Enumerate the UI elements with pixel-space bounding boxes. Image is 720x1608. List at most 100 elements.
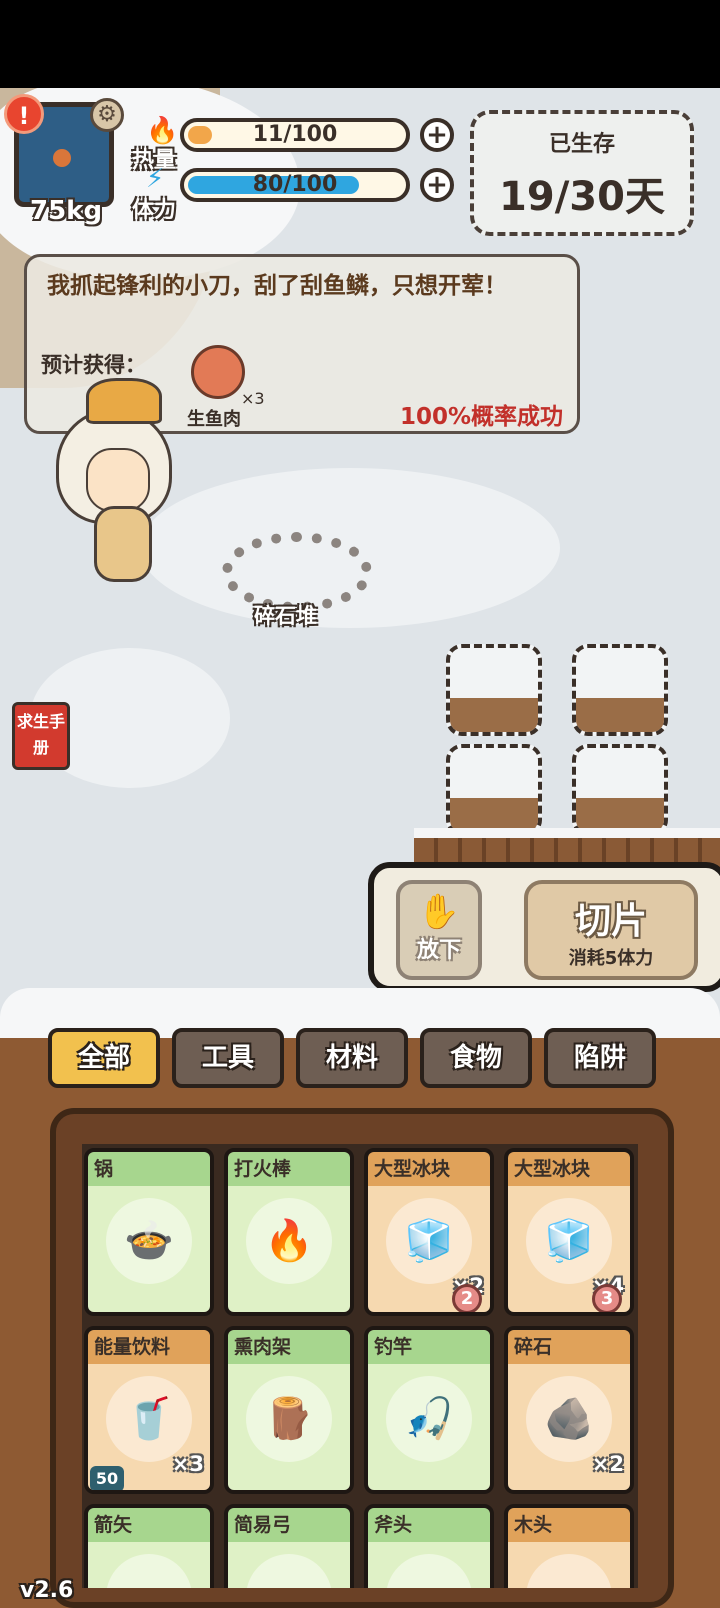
put-down-label: 放下 bbox=[416, 938, 461, 963]
inventory-item-name: 锅 bbox=[88, 1152, 210, 1186]
inventory-item-body: 🥤 ×3 50 bbox=[88, 1364, 210, 1490]
stamina-bar: 80/100 bbox=[180, 168, 410, 202]
alarm-clock-badge: 2 bbox=[452, 1284, 482, 1312]
character-face bbox=[86, 448, 150, 512]
rock-icon: 🪨 bbox=[544, 1396, 594, 1442]
inventory-grid: 锅🍲打火棒🔥大型冰块🧊×22大型冰块🧊×43能量饮料🥤×350熏肉架🪵钓竿🎣碎石… bbox=[82, 1144, 638, 1588]
inventory-item-body bbox=[88, 1542, 210, 1588]
stamina-label: 体力 bbox=[132, 198, 177, 223]
ice-block[interactable] bbox=[446, 744, 542, 836]
tab-food[interactable]: 食物 bbox=[420, 1028, 532, 1088]
energy-drink-icon: 🥤 bbox=[124, 1396, 174, 1442]
inventory-item[interactable]: 大型冰块🧊×22 bbox=[364, 1148, 494, 1316]
inventory-item-body: 🧊×22 bbox=[368, 1186, 490, 1312]
inventory-item-name: 钓竿 bbox=[368, 1330, 490, 1364]
tab-traps[interactable]: 陷阱 bbox=[544, 1028, 656, 1088]
slice-cost: 消耗5体力 bbox=[568, 948, 654, 969]
inventory-item-name: 简易弓 bbox=[228, 1508, 350, 1542]
inventory-item-body bbox=[368, 1542, 490, 1588]
inventory-item[interactable]: 简易弓 bbox=[224, 1504, 354, 1588]
slice-label: 切片 bbox=[574, 901, 647, 942]
inventory-item-name: 斧头 bbox=[368, 1508, 490, 1542]
inventory-board: 锅🍲打火棒🔥大型冰块🧊×22大型冰块🧊×43能量饮料🥤×350熏肉架🪵钓竿🎣碎石… bbox=[50, 1108, 674, 1608]
inventory-item-body: 🍲 bbox=[88, 1186, 210, 1312]
inventory-item-body bbox=[508, 1542, 630, 1588]
item-value-chip: 50 bbox=[90, 1466, 124, 1490]
inventory-item-name: 碎石 bbox=[508, 1330, 630, 1364]
gear-icon[interactable]: ⚙ bbox=[90, 98, 124, 132]
add-heat-button[interactable]: + bbox=[420, 118, 454, 152]
inventory-item-name: 熏肉架 bbox=[228, 1330, 350, 1364]
fire-stick-icon: 🔥 bbox=[264, 1218, 314, 1264]
inventory-item-body bbox=[228, 1542, 350, 1588]
stone-pile-label: 碎石堆 bbox=[254, 604, 317, 628]
axe-icon bbox=[398, 1572, 460, 1588]
heat-value: 11/100 bbox=[252, 122, 338, 147]
alarm-clock-badge: 3 bbox=[592, 1284, 622, 1312]
survival-days-panel: 已生存 19/30天 bbox=[470, 110, 694, 236]
success-rate: 100%概率成功 bbox=[399, 404, 563, 430]
inventory-item-name: 能量饮料 bbox=[88, 1330, 210, 1364]
inventory-item-body: 🎣 bbox=[368, 1364, 490, 1490]
survival-handbook-button[interactable]: 求生手册 bbox=[12, 702, 70, 770]
item-count: ×3 bbox=[171, 1452, 204, 1476]
item-count: ×2 bbox=[591, 1452, 624, 1476]
expected-label: 预计获得： bbox=[41, 353, 146, 377]
inventory-item-name: 箭矢 bbox=[88, 1508, 210, 1542]
inventory-item-body: 🔥 bbox=[228, 1186, 350, 1312]
stamina-value: 80/100 bbox=[252, 172, 338, 197]
inventory-item[interactable]: 斧头 bbox=[364, 1504, 494, 1588]
reward-name: 生鱼肉 bbox=[187, 409, 241, 430]
reward-quantity: ×3 bbox=[241, 389, 265, 408]
lightning-icon: ⚡ bbox=[146, 164, 165, 194]
put-down-button[interactable]: ✋ 放下 bbox=[396, 880, 482, 980]
inventory-item[interactable]: 钓竿 🎣 bbox=[364, 1326, 494, 1494]
survival-value: 19/30天 bbox=[499, 174, 665, 220]
smoking-rack-icon: 🪵 bbox=[264, 1396, 314, 1442]
add-stamina-button[interactable]: + bbox=[420, 168, 454, 202]
dialog-message: 我抓起锋利的小刀，刮了刮鱼鳞，只想开荤！ bbox=[47, 273, 507, 299]
inventory-item[interactable]: 熏肉架 🪵 bbox=[224, 1326, 354, 1494]
status-bar-area bbox=[0, 0, 720, 88]
game-scene: ! ⚙ 75kg 🔥 热量 11/100 + ⚡ 体力 80/100 + 已生存… bbox=[0, 88, 720, 1608]
tab-materials[interactable]: 材料 bbox=[296, 1028, 408, 1088]
ice-block[interactable] bbox=[446, 644, 542, 736]
inventory-item-name: 木头 bbox=[508, 1508, 630, 1542]
ice-block-icon: 🧊 bbox=[404, 1218, 454, 1264]
ice-block-icon: 🧊 bbox=[544, 1218, 594, 1264]
inventory-item-body: 🪨 ×2 bbox=[508, 1364, 630, 1490]
inventory-item-body: 🧊×43 bbox=[508, 1186, 630, 1312]
tab-tools[interactable]: 工具 bbox=[172, 1028, 284, 1088]
action-panel: ✋ 放下 切片 消耗5体力 bbox=[368, 862, 720, 992]
inventory-item[interactable]: 大型冰块🧊×43 bbox=[504, 1148, 634, 1316]
portrait-marker bbox=[53, 149, 71, 167]
inventory-item-name: 大型冰块 bbox=[508, 1152, 630, 1186]
inventory-item[interactable]: 木头 bbox=[504, 1504, 634, 1588]
arrow-icon bbox=[118, 1572, 180, 1588]
version-label: v2.6 bbox=[20, 1578, 74, 1603]
ice-block[interactable] bbox=[572, 644, 668, 736]
exclamation-icon[interactable]: ! bbox=[4, 94, 44, 134]
tab-all[interactable]: 全部 bbox=[48, 1028, 160, 1088]
inventory-item[interactable]: 能量饮料 🥤 ×3 50 bbox=[84, 1326, 214, 1494]
raw-fish-icon bbox=[191, 345, 245, 399]
inventory-item[interactable]: 锅 🍲 bbox=[84, 1148, 214, 1316]
hand-icon: ✋ bbox=[417, 892, 461, 932]
inventory-tabs: 全部 工具 材料 食物 陷阱 bbox=[48, 1028, 688, 1092]
player-character[interactable] bbox=[46, 378, 176, 598]
character-body bbox=[94, 506, 152, 582]
inventory-item[interactable]: 碎石 🪨 ×2 bbox=[504, 1326, 634, 1494]
pot-icon: 🍲 bbox=[124, 1218, 174, 1264]
fishing-rod-icon: 🎣 bbox=[404, 1396, 454, 1442]
heat-bar: 11/100 bbox=[180, 118, 410, 152]
bow-icon bbox=[258, 1572, 320, 1588]
ice-block[interactable] bbox=[572, 744, 668, 836]
inventory-item-name: 打火棒 bbox=[228, 1152, 350, 1186]
inventory-item-body: 🪵 bbox=[228, 1364, 350, 1490]
survival-label: 已生存 bbox=[548, 132, 615, 157]
inventory-item-name: 大型冰块 bbox=[368, 1152, 490, 1186]
slice-button[interactable]: 切片 消耗5体力 bbox=[524, 880, 698, 980]
inventory-item[interactable]: 打火棒 🔥 bbox=[224, 1148, 354, 1316]
character-bow bbox=[86, 378, 162, 424]
inventory-item[interactable]: 箭矢 bbox=[84, 1504, 214, 1588]
